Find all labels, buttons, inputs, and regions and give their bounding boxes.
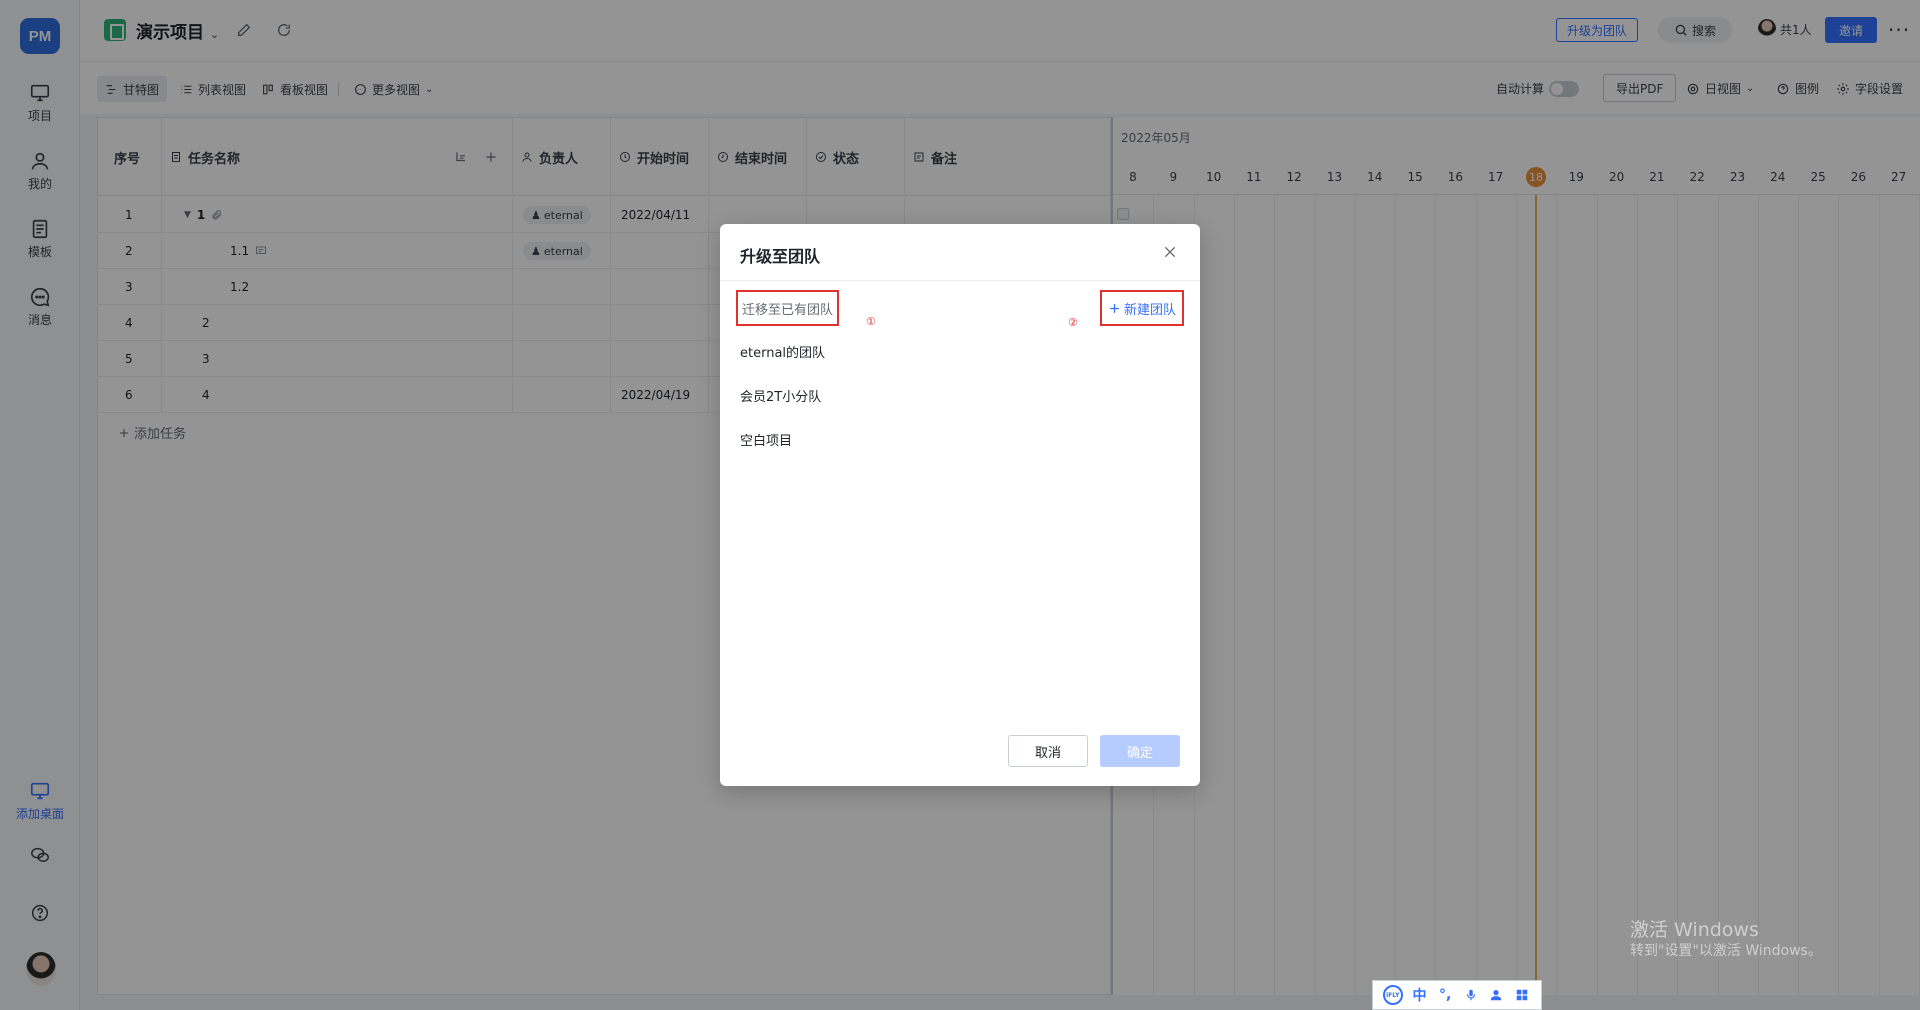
close-icon[interactable] bbox=[1162, 244, 1178, 260]
dialog-title: 升级至团队 bbox=[740, 247, 821, 266]
new-team-button[interactable]: 新建团队 bbox=[1100, 290, 1185, 326]
windows-activation-watermark: 激活 Windows bbox=[1630, 919, 1759, 941]
ime-logo-icon[interactable]: iFLY bbox=[1382, 985, 1403, 1005]
confirm-button[interactable]: 确定 bbox=[1100, 735, 1180, 767]
team-option[interactable]: eternal的团队 bbox=[740, 342, 825, 361]
dialog-divider bbox=[720, 280, 1200, 281]
new-team-label: 新建团队 bbox=[1124, 302, 1177, 318]
microphone-icon[interactable] bbox=[1462, 986, 1480, 1004]
team-option[interactable]: 空白项目 bbox=[740, 430, 792, 449]
annotation-marker-2: ② bbox=[1068, 316, 1078, 329]
user-icon[interactable] bbox=[1487, 986, 1505, 1004]
migrate-existing-team-label: 迁移至已有团队 bbox=[736, 290, 840, 326]
upgrade-team-dialog: 升级至团队 迁移至已有团队 ① ② 新建团队 eternal的团队 会员2T小分… bbox=[720, 224, 1200, 786]
apps-grid-icon[interactable] bbox=[1513, 986, 1531, 1004]
ime-toolbar: iFLY 中 °, bbox=[1372, 980, 1542, 1010]
punctuation-icon[interactable]: °, bbox=[1436, 986, 1454, 1004]
cancel-button[interactable]: 取消 bbox=[1008, 735, 1088, 767]
ime-language-toggle[interactable]: 中 bbox=[1410, 986, 1428, 1004]
team-option[interactable]: 会员2T小分队 bbox=[740, 386, 821, 405]
windows-activation-hint: 转到"设置"以激活 Windows。 bbox=[1630, 943, 1822, 959]
annotation-marker-1: ① bbox=[866, 315, 876, 328]
plus-icon bbox=[1110, 303, 1119, 313]
